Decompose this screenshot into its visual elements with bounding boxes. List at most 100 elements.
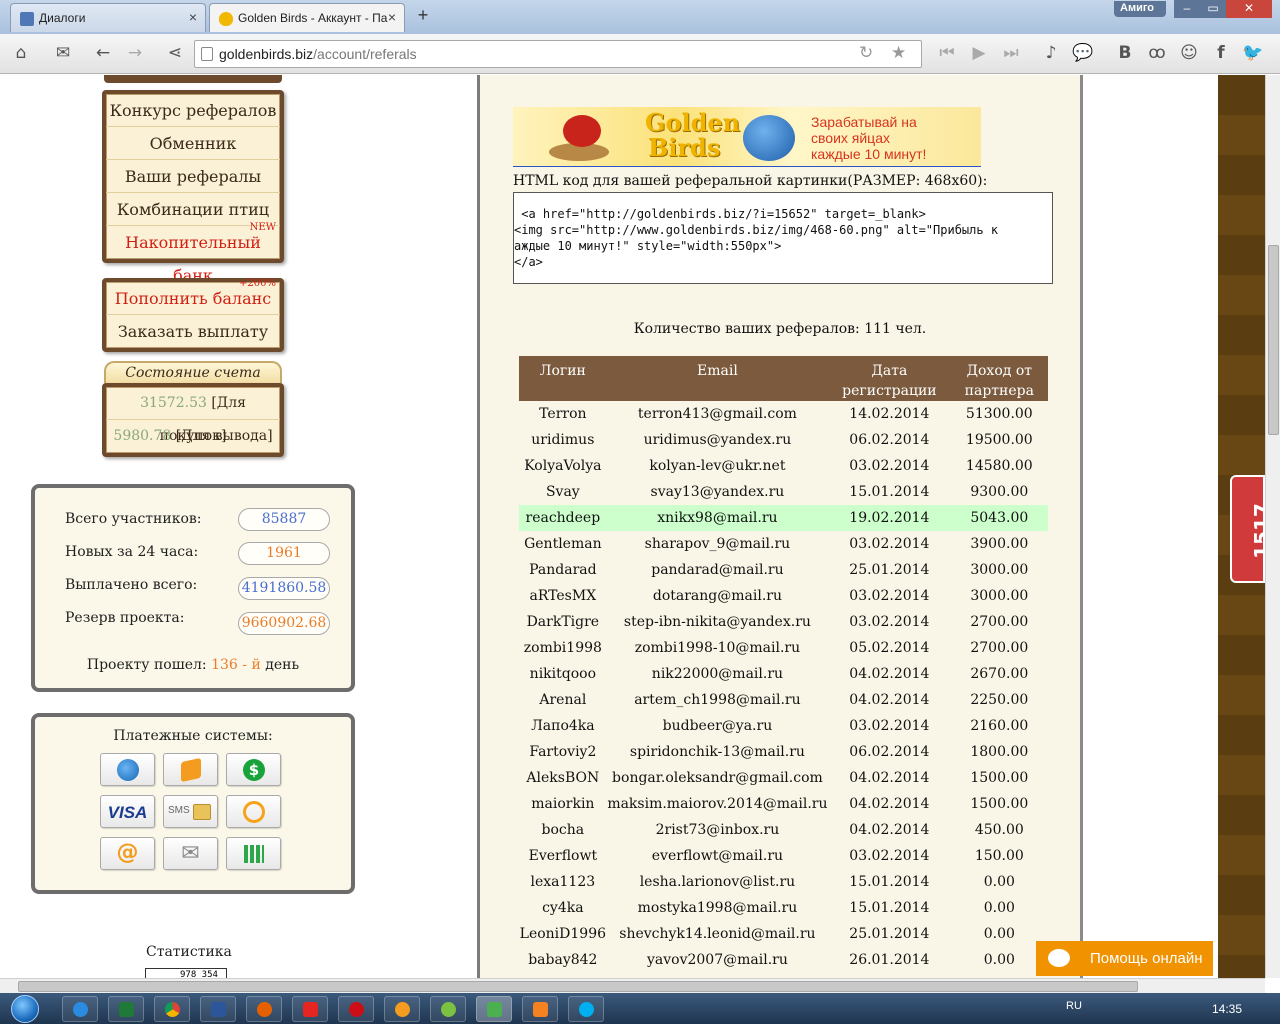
cell-email: shevchyk14.leonid@mail.ru xyxy=(619,926,816,942)
horizontal-scrollbar[interactable] xyxy=(0,978,1265,993)
visa-logo: VISA xyxy=(107,803,148,822)
sms-button[interactable]: SMS xyxy=(163,795,218,828)
menu-top-up[interactable]: Пополнить баланс +200% xyxy=(106,278,280,315)
menu-withdraw[interactable]: Заказать выплату xyxy=(106,315,280,348)
mail-agent-icon xyxy=(395,1002,410,1017)
menu-savings-bank[interactable]: Накопительный банк NEW xyxy=(106,222,280,285)
scroll-thumb[interactable] xyxy=(1268,245,1279,435)
taskbar-app[interactable] xyxy=(430,996,466,1022)
notification-counter[interactable]: 1517 xyxy=(1230,475,1265,583)
taskbar-opera[interactable] xyxy=(338,996,374,1022)
referral-banner[interactable]: Golden Birds Зарабатывай на своих яйцах … xyxy=(513,107,981,167)
close-icon[interactable]: × xyxy=(388,9,396,25)
cell-login: nikitqooo xyxy=(529,666,597,682)
cell-income: 1800.00 xyxy=(970,744,1029,760)
odnoklassniki-icon[interactable]: ꝏ xyxy=(1142,39,1172,69)
help-online-button[interactable]: Помощь онлайн xyxy=(1036,941,1213,976)
bars-payment-button[interactable] xyxy=(226,837,281,870)
visa-button[interactable]: VISA xyxy=(100,795,155,828)
table-row: DarkTigre step-ibn-nikita@yandex.ru 03.02.… xyxy=(519,609,1048,635)
project-day: Проекту пошел: 136 - й день xyxy=(86,657,300,673)
chat-icon[interactable]: 💬 xyxy=(1068,39,1098,69)
taskbar-chrome[interactable] xyxy=(154,996,190,1022)
close-icon[interactable]: × xyxy=(189,9,197,25)
cell-reg-date: 04.02.2014 xyxy=(849,770,930,786)
html-code-box[interactable]: <a href="http://goldenbirds.biz/?i=15652… xyxy=(513,192,1053,284)
cell-email: zombi1998-10@mail.ru xyxy=(634,640,801,656)
taskbar-ie[interactable] xyxy=(62,996,98,1022)
cell-login: DarkTigre xyxy=(526,614,600,630)
cell-login: bocha xyxy=(541,822,585,838)
cell-reg-date: 03.02.2014 xyxy=(849,536,930,552)
email-payment-button[interactable]: ✉ xyxy=(163,837,218,870)
dollar-payment-button[interactable]: $ xyxy=(226,753,281,786)
back-icon[interactable]: ← xyxy=(88,39,118,69)
balance-withdraw: 5980.78 [Для вывода] xyxy=(113,428,273,444)
menu-your-referrals[interactable]: Ваши рефералы xyxy=(106,160,280,193)
profile-badge[interactable]: Амиго xyxy=(1114,1,1166,17)
maximize-button[interactable]: ▭ xyxy=(1200,0,1226,18)
taskbar-word[interactable] xyxy=(200,996,236,1022)
payment-title: Платежные системы: xyxy=(113,728,273,744)
odnoklassniki-icon xyxy=(533,1002,548,1017)
share-icon[interactable]: ⋖ xyxy=(160,39,190,69)
home-icon[interactable]: ⌂ xyxy=(6,39,36,69)
taskbar-excel[interactable] xyxy=(108,996,144,1022)
chat-bubble-icon xyxy=(1048,949,1070,967)
minimize-button[interactable]: – xyxy=(1174,0,1200,18)
start-button[interactable] xyxy=(4,993,46,1024)
total-members-label: Всего участников: xyxy=(65,511,202,527)
cell-login: cy4ka xyxy=(542,900,584,916)
new-tab-button[interactable]: + xyxy=(410,5,436,29)
tab-golden-birds[interactable]: Golden Birds - Аккаунт - Па × xyxy=(209,3,405,32)
forward-icon[interactable]: → xyxy=(120,39,150,69)
tab-dialogs[interactable]: Диалоги × xyxy=(10,3,206,32)
app-icon xyxy=(441,1002,456,1017)
taskbar-odnoklassniki[interactable] xyxy=(522,996,558,1022)
windows-taskbar: RU 14:35 xyxy=(0,993,1280,1024)
language-indicator[interactable]: RU xyxy=(1066,1000,1082,1012)
mail-icon[interactable]: ✉ xyxy=(48,39,78,69)
vk-icon[interactable]: B xyxy=(1110,39,1140,69)
clock[interactable]: 14:35 xyxy=(1212,1002,1242,1016)
prev-track-icon[interactable]: ⏮ xyxy=(932,39,962,69)
vertical-scrollbar[interactable] xyxy=(1265,75,1280,978)
cell-email: dotarang@mail.ru xyxy=(652,588,782,604)
taskbar-yandex[interactable] xyxy=(292,996,328,1022)
next-track-icon[interactable]: ⏭ xyxy=(996,39,1026,69)
qiwi-button[interactable] xyxy=(226,795,281,828)
cell-reg-date: 04.02.2014 xyxy=(849,666,930,682)
taskbar-firefox[interactable] xyxy=(246,996,282,1022)
main-menu: Конкурс рефералов Обменник Ваши рефералы… xyxy=(102,90,284,285)
webmoney-button[interactable] xyxy=(100,753,155,786)
taskbar-agent[interactable] xyxy=(384,996,420,1022)
table-row: Gentleman sharapov_9@mail.ru 03.02.2014 390… xyxy=(519,531,1048,557)
close-window-button[interactable]: ✕ xyxy=(1226,0,1272,18)
twitter-icon[interactable]: 🐦 xyxy=(1238,39,1268,69)
blue-bird-icon xyxy=(743,115,795,161)
taskbar-skype[interactable] xyxy=(568,996,604,1022)
table-row: reachdeep xnikx98@mail.ru 19.02.2014 5043.0… xyxy=(519,505,1048,531)
music-icon[interactable]: ♪ xyxy=(1036,39,1066,69)
table-row: Fartoviy2 spiridonchik-13@mail.ru 06.02.20… xyxy=(519,739,1048,765)
liveinternet-counter[interactable]: 978 354 xyxy=(145,968,227,978)
paid-total-label: Выплачено всего: xyxy=(65,577,198,593)
cell-reg-date: 25.01.2014 xyxy=(849,926,930,942)
payment-systems: Платежные системы: $ VISA SMS @ ✉ xyxy=(31,713,355,894)
cell-email: terron413@gmail.com xyxy=(637,406,797,422)
menu-referral-contest[interactable]: Конкурс рефералов xyxy=(106,94,280,127)
mailru-money-button[interactable]: @ xyxy=(100,837,155,870)
play-icon[interactable]: ▶ xyxy=(964,39,994,69)
facebook-icon[interactable]: f xyxy=(1206,39,1236,69)
mailru-icon[interactable]: ☺ xyxy=(1174,39,1204,69)
address-bar[interactable]: goldenbirds.biz/account/referals ↻ ★ xyxy=(194,40,922,68)
url-text[interactable]: goldenbirds.biz/account/referals xyxy=(219,46,417,62)
taskbar-amigo[interactable] xyxy=(476,996,512,1022)
yandex-money-button[interactable] xyxy=(163,753,218,786)
scroll-thumb[interactable] xyxy=(18,981,1138,992)
cell-reg-date: 19.02.2014 xyxy=(828,505,951,531)
menu-exchanger[interactable]: Обменник xyxy=(106,127,280,160)
star-icon[interactable]: ★ xyxy=(891,43,906,63)
reload-icon[interactable]: ↻ xyxy=(859,43,873,63)
excel-icon xyxy=(119,1002,134,1017)
